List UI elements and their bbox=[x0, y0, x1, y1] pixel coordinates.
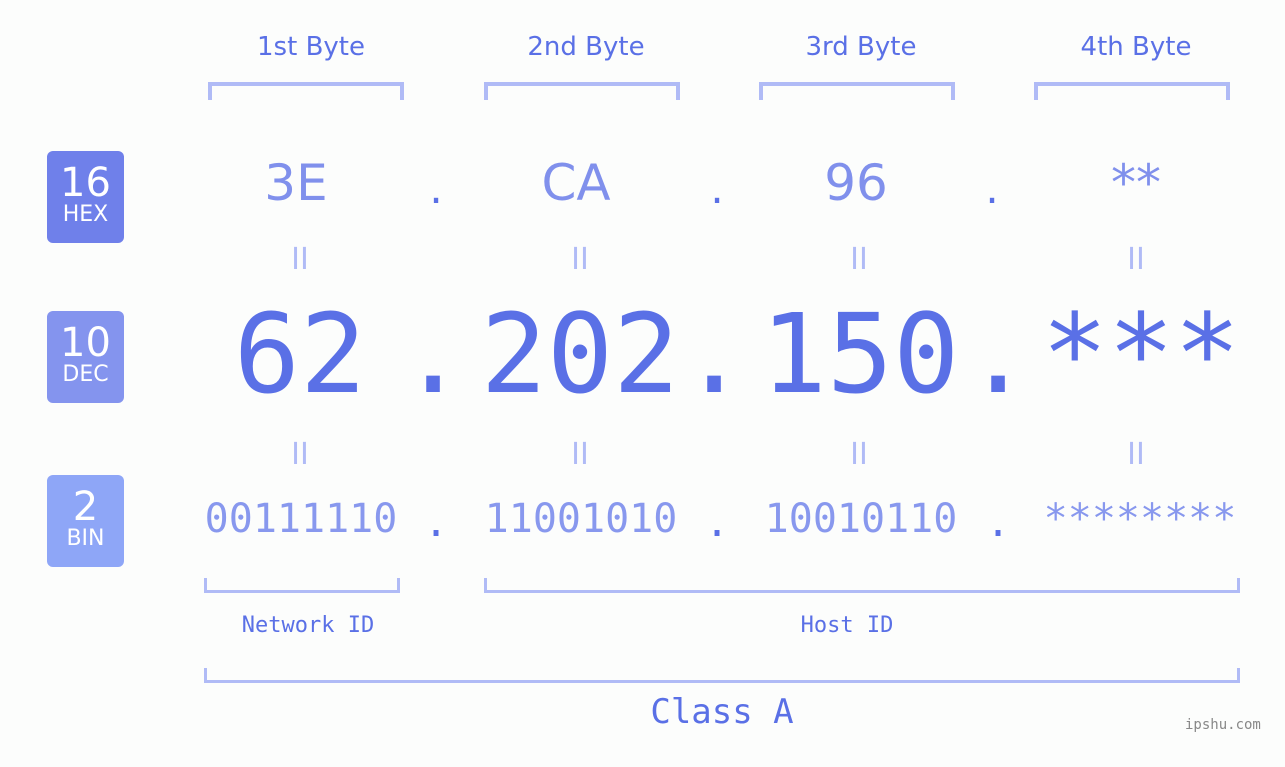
bin-byte-1: 00111110 bbox=[204, 496, 398, 542]
class-label: Class A bbox=[650, 692, 794, 732]
dec-badge: 10 DEC bbox=[47, 311, 124, 403]
equals-icon: II bbox=[1127, 437, 1145, 472]
bracket-byte-1 bbox=[208, 82, 404, 100]
equals-icon: II bbox=[571, 437, 589, 472]
bin-byte-3: 10010110 bbox=[764, 496, 958, 542]
equals-icon: II bbox=[291, 437, 309, 472]
bin-separator-1: . bbox=[423, 500, 449, 546]
hex-separator-1: . bbox=[429, 164, 443, 213]
bin-separator-2: . bbox=[704, 500, 730, 546]
equals-icon: II bbox=[850, 437, 868, 472]
host-id-label: Host ID bbox=[800, 613, 894, 638]
dec-byte-2: 202 bbox=[480, 290, 680, 418]
header-byte-1: 1st Byte bbox=[257, 32, 365, 62]
bin-badge-number: 2 bbox=[72, 484, 99, 530]
header-byte-2: 2nd Byte bbox=[527, 32, 645, 62]
dec-badge-number: 10 bbox=[60, 320, 111, 366]
bin-byte-2: 11001010 bbox=[484, 496, 678, 542]
bracket-byte-4 bbox=[1034, 82, 1230, 100]
bracket-byte-2 bbox=[484, 82, 680, 100]
bin-badge-label: BIN bbox=[66, 526, 105, 551]
dec-separator-1: . bbox=[400, 290, 467, 418]
equals-icon: II bbox=[571, 242, 589, 277]
dec-byte-3: 150 bbox=[760, 290, 960, 418]
dec-badge-label: DEC bbox=[62, 362, 109, 387]
header-byte-3: 3rd Byte bbox=[805, 32, 917, 62]
host-id-bracket bbox=[484, 578, 1240, 593]
bracket-byte-3 bbox=[759, 82, 955, 100]
network-id-label: Network ID bbox=[241, 613, 375, 638]
hex-byte-2: CA bbox=[541, 154, 611, 212]
hex-badge-label: HEX bbox=[62, 202, 109, 227]
watermark: ipshu.com bbox=[1185, 717, 1261, 733]
hex-byte-4: ** bbox=[1111, 154, 1161, 212]
bin-badge: 2 BIN bbox=[47, 475, 124, 567]
hex-separator-2: . bbox=[710, 164, 724, 213]
equals-icon: II bbox=[850, 242, 868, 277]
bin-separator-3: . bbox=[985, 500, 1011, 546]
equals-icon: II bbox=[291, 242, 309, 277]
dec-byte-4: *** bbox=[1041, 290, 1241, 418]
hex-separator-3: . bbox=[985, 164, 999, 213]
hex-badge-number: 16 bbox=[60, 160, 111, 206]
dec-separator-3: . bbox=[965, 290, 1032, 418]
dec-separator-2: . bbox=[681, 290, 748, 418]
hex-badge: 16 HEX bbox=[47, 151, 124, 243]
dec-byte-1: 62 bbox=[233, 290, 367, 418]
class-bracket bbox=[204, 668, 1240, 683]
header-byte-4: 4th Byte bbox=[1080, 32, 1192, 62]
network-id-bracket bbox=[204, 578, 400, 593]
hex-byte-3: 96 bbox=[824, 154, 888, 212]
hex-byte-1: 3E bbox=[264, 154, 328, 212]
bin-byte-4: ******** bbox=[1043, 496, 1237, 542]
equals-icon: II bbox=[1127, 242, 1145, 277]
